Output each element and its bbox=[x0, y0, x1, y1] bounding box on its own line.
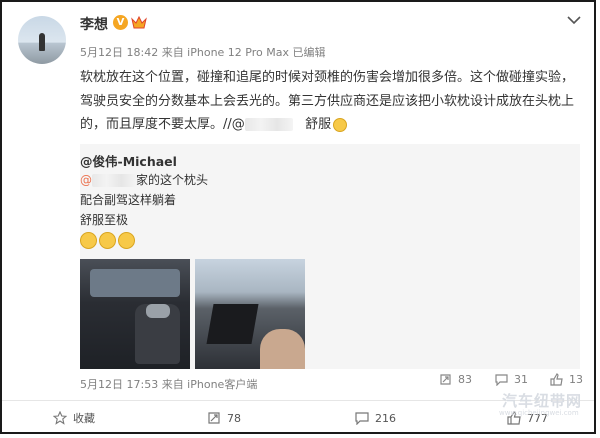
repost-line-2: 配合副驾这样躺着 bbox=[80, 193, 177, 207]
smile-emoji-icon bbox=[80, 232, 97, 249]
repost-line-3: 舒服至极 bbox=[80, 213, 129, 227]
repost-count: 83 bbox=[458, 373, 472, 386]
verified-badge-icon: V bbox=[113, 15, 128, 30]
photo-car-interior-front[interactable] bbox=[195, 259, 305, 369]
repost-stat-reposts[interactable]: 83 bbox=[439, 373, 472, 386]
avatar[interactable] bbox=[18, 16, 66, 64]
author-name[interactable]: 李想 bbox=[80, 14, 108, 34]
post-meta: 5月12日 18:42 来自 iPhone 12 Pro Max 已编辑 bbox=[80, 46, 326, 59]
mention-prefix: @ bbox=[80, 173, 92, 187]
smile-emoji-icon bbox=[118, 232, 135, 249]
favorite-label: 收藏 bbox=[73, 412, 95, 425]
comment-icon bbox=[495, 374, 508, 386]
repost-button[interactable]: 78 bbox=[207, 406, 241, 430]
mention-blurred bbox=[244, 118, 293, 131]
repost-stat-likes[interactable]: 13 bbox=[550, 373, 583, 386]
star-icon bbox=[53, 411, 67, 425]
repost-stat-comments[interactable]: 31 bbox=[495, 373, 528, 386]
chevron-down-icon[interactable] bbox=[567, 15, 581, 25]
photo-car-interior-rear[interactable] bbox=[80, 259, 190, 369]
emoji-row bbox=[80, 232, 137, 253]
crown-icon bbox=[131, 15, 147, 29]
comment-count: 216 bbox=[375, 411, 396, 425]
post-text-tail: 舒服 bbox=[305, 117, 332, 132]
repost-icon bbox=[440, 374, 451, 385]
like-count: 13 bbox=[569, 373, 583, 386]
smile-emoji-icon bbox=[99, 232, 116, 249]
watermark-url: www.qichejingwei.com bbox=[499, 409, 579, 417]
repost-count: 78 bbox=[227, 411, 241, 425]
repost-line-1-text: 家的这个枕头 bbox=[136, 173, 209, 187]
repost-icon bbox=[208, 412, 220, 424]
weibo-post-card: 李想 V 5月12日 18:42 来自 iPhone 12 Pro Max 已编… bbox=[0, 0, 596, 434]
comment-count: 31 bbox=[514, 373, 528, 386]
favorite-button[interactable]: 收藏 bbox=[53, 406, 95, 430]
repost-line-1: @ 家的这个枕头 bbox=[80, 171, 208, 188]
smile-emoji-icon bbox=[333, 117, 348, 132]
repost-author[interactable]: @俊伟-Michael bbox=[80, 151, 177, 170]
comment-icon bbox=[355, 412, 369, 425]
post-text: 软枕放在这个位置，碰撞和追尾的时候对颈椎的伤害会增加很多倍。这个做碰撞实验，驾驶… bbox=[80, 66, 580, 137]
repost-footer-meta: 5月12日 17:53 来自 iPhone客户端 bbox=[80, 378, 258, 391]
watermark-brand: 汽车纽带网 bbox=[502, 392, 583, 410]
thumbs-up-icon bbox=[550, 373, 563, 386]
repost-box[interactable]: @俊伟-Michael @ 家的这个枕头 配合副驾这样躺着 舒服至极 bbox=[80, 144, 580, 369]
mention-blurred bbox=[92, 174, 136, 187]
comment-button[interactable]: 216 bbox=[355, 406, 396, 430]
